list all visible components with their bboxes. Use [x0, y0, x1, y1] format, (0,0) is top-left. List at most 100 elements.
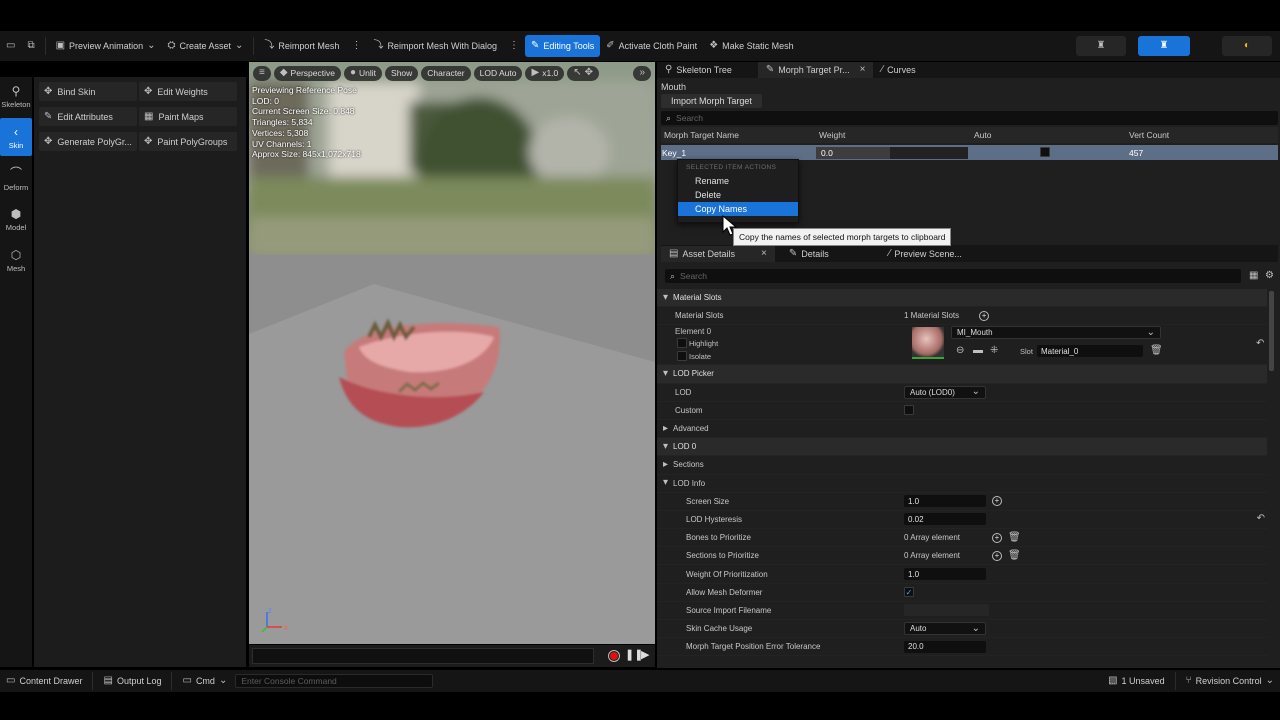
editing-tools-button[interactable]: ✎ Editing Tools	[524, 35, 601, 57]
morph-tolerance-input[interactable]: 20.0	[904, 640, 986, 653]
rename-menu-item[interactable]: Rename	[678, 174, 798, 188]
highlight-checkbox[interactable]	[677, 338, 687, 349]
column-weight[interactable]: Weight	[816, 130, 971, 140]
create-asset-button[interactable]: ⛭ Create Asset ⌄	[161, 35, 249, 57]
column-auto[interactable]: Auto	[971, 130, 1126, 140]
lod-info-row[interactable]: ▾ LOD Info	[657, 475, 1267, 493]
select-tool-button[interactable]: ↖ ✥	[567, 65, 600, 81]
screen-size-input[interactable]: 1.0	[904, 495, 986, 508]
add-icon[interactable]: +	[979, 310, 990, 321]
content-drawer-button[interactable]: ▭ Content Drawer	[0, 670, 88, 692]
column-vert-count[interactable]: Vert Count	[1126, 130, 1276, 140]
delete-icon[interactable]: 🗑	[1008, 550, 1021, 561]
viewport-menu-button[interactable]: ≡	[253, 65, 271, 81]
console-command-input[interactable]: Enter Console Command	[235, 674, 434, 688]
reimport-options-button[interactable]: ⋮	[345, 35, 367, 57]
activate-cloth-paint-button[interactable]: ✐ Activate Cloth Paint	[600, 35, 703, 57]
bind-skin-tool[interactable]: ✥ Bind Skin	[39, 82, 137, 101]
source-import-input[interactable]	[904, 604, 989, 617]
advanced-row[interactable]: ▸ Advanced	[657, 420, 1267, 439]
add-icon[interactable]: +	[992, 496, 1002, 507]
unsaved-button[interactable]: ▧ 1 Unsaved	[1102, 670, 1170, 692]
close-icon[interactable]: ×	[860, 65, 866, 75]
tab-preview-scene[interactable]: ∕ Preview Scene...	[881, 246, 970, 262]
close-icon[interactable]: ×	[761, 248, 767, 259]
show-button[interactable]: Show	[385, 65, 419, 81]
reimport-mesh-dialog-button[interactable]: ⤵ Reimport Mesh With Dialog	[367, 35, 503, 57]
edit-weights-tool[interactable]: ✥ Edit Weights	[139, 82, 237, 101]
revision-control-button[interactable]: ⑂ Revision Control ⌄	[1180, 670, 1280, 692]
save-icon[interactable]: ▭	[0, 35, 21, 57]
details-scrollbar[interactable]	[1269, 291, 1274, 371]
record-button[interactable]	[608, 650, 620, 662]
output-log-button[interactable]: ▤ Output Log	[97, 670, 167, 692]
make-static-mesh-button[interactable]: ❖ Make Static Mesh	[703, 35, 800, 57]
allow-mesh-deformer-checkbox[interactable]: ✓	[904, 587, 914, 598]
delete-icon[interactable]: 🗑	[1150, 346, 1163, 356]
viewport[interactable]: z x ≡ ◆ Perspective ● Unlit Show Character…	[249, 62, 655, 644]
category-lod-picker[interactable]: ▾ LOD Picker	[657, 365, 1267, 384]
settings-button[interactable]: ◐	[1222, 36, 1272, 56]
gear-icon[interactable]: ⚙	[1265, 271, 1274, 281]
viewport-expand-button[interactable]: »	[633, 65, 651, 81]
category-material-slots[interactable]: ▾ Material Slots	[657, 289, 1267, 308]
delete-icon[interactable]: 🗑	[1008, 532, 1021, 543]
mode-mesh[interactable]: ⬡ Mesh	[0, 241, 32, 279]
generate-polygroups-tool[interactable]: ✥ Generate PolyGr...	[39, 132, 137, 151]
import-morph-target-button[interactable]: Import Morph Target	[661, 94, 762, 108]
details-search-input[interactable]: ⌕ Search	[665, 269, 1241, 283]
edit-attributes-tool[interactable]: ✎ Edit Attributes	[39, 107, 137, 126]
lod-hysteresis-input[interactable]: 0.02	[904, 513, 986, 526]
material-dropdown[interactable]: MI_Mouth ⌄	[951, 326, 1161, 340]
mode-skin[interactable]: ‹ Skin	[0, 118, 32, 156]
paint-polygroups-tool[interactable]: ✥ Paint PolyGroups	[139, 132, 237, 151]
isolate-checkbox[interactable]	[677, 351, 687, 362]
mesh-mode-button[interactable]: ♜	[1138, 36, 1190, 56]
tab-details[interactable]: ✎ Details	[781, 246, 837, 262]
preview-animation-button[interactable]: ▣ Preview Animation ⌄	[50, 35, 162, 57]
add-icon[interactable]: +	[992, 532, 1002, 543]
mode-model[interactable]: ⬢ Model	[0, 200, 32, 238]
column-name[interactable]: Morph Target Name	[661, 130, 816, 140]
browse-folder-icon[interactable]: ▬	[973, 346, 983, 356]
morph-table-row[interactable]: Key_1 0.0 457	[661, 145, 1278, 160]
use-selected-icon[interactable]: ⊖	[956, 346, 964, 356]
skeleton-mode-button[interactable]: ♜	[1076, 36, 1126, 56]
lod-dropdown[interactable]: Auto (LOD0) ⌄	[904, 385, 986, 399]
character-button[interactable]: Character	[421, 65, 471, 81]
playback-speed-button[interactable]: ▶ x1.0	[525, 65, 565, 81]
cmd-dropdown[interactable]: ▭ Cmd ⌄	[176, 670, 233, 692]
reset-icon[interactable]: ↶	[1257, 514, 1265, 524]
tab-asset-details[interactable]: ▤ Asset Details ×	[661, 245, 775, 262]
mode-skeleton[interactable]: ⚲ Skeleton	[0, 77, 32, 115]
weight-prioritization-input[interactable]: 1.0	[904, 568, 986, 581]
tab-morph-target-preview[interactable]: ✎ Morph Target Pr... ×	[757, 62, 874, 78]
material-thumbnail[interactable]	[912, 327, 944, 360]
auto-checkbox[interactable]	[1040, 146, 1050, 157]
lod-auto-button[interactable]: LOD Auto	[473, 65, 523, 81]
morph-search-input[interactable]: ⌕ Search	[661, 111, 1278, 125]
timeline-scrubber[interactable]	[252, 648, 594, 664]
slot-name-input[interactable]: Material_0	[1037, 345, 1143, 358]
skin-cache-dropdown[interactable]: Auto ⌄	[904, 622, 986, 636]
copy-names-menu-item[interactable]: Copy Names	[678, 202, 798, 216]
reset-icon[interactable]: ↶	[1256, 339, 1264, 349]
tab-skeleton-tree[interactable]: ⚲ Skeleton Tree	[657, 62, 740, 78]
mode-deform[interactable]: ⌒ Deform	[0, 159, 32, 197]
paint-maps-tool[interactable]: ▦ Paint Maps	[139, 107, 237, 126]
table-view-icon[interactable]: ▦	[1249, 271, 1258, 281]
step-forward-icon[interactable]: ▶	[641, 650, 649, 661]
material-options-icon[interactable]: ⁜	[990, 346, 998, 356]
add-icon[interactable]: +	[992, 550, 1002, 561]
reimport-mesh-button[interactable]: ⤵ Reimport Mesh	[258, 35, 345, 57]
sections-row[interactable]: ▸ Sections	[657, 456, 1267, 475]
perspective-button[interactable]: ◆ Perspective	[273, 65, 341, 81]
reimport-dialog-options-button[interactable]: ⋮	[503, 35, 525, 57]
category-lod-0[interactable]: ▾ LOD 0	[657, 438, 1267, 457]
tab-curves[interactable]: ∕ Curves	[873, 62, 923, 78]
unlit-button[interactable]: ● Unlit	[343, 65, 383, 81]
browse-icon[interactable]: ⧉	[21, 35, 40, 57]
weight-slider[interactable]: 0.0	[816, 146, 968, 159]
delete-menu-item[interactable]: Delete	[678, 188, 798, 202]
custom-checkbox[interactable]	[904, 405, 914, 416]
